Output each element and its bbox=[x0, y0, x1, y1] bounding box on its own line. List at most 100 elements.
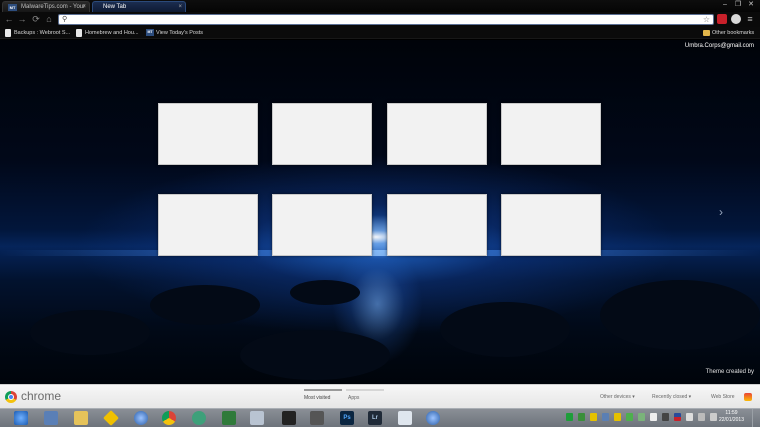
tray-app-icon[interactable] bbox=[626, 413, 633, 421]
minimize-icon[interactable]: – bbox=[720, 1, 730, 10]
recently-closed-menu[interactable]: Recently closed ▾ bbox=[652, 394, 691, 400]
other-bookmarks[interactable]: Other bookmarks bbox=[703, 27, 754, 39]
account-email[interactable]: Umbra.Corps@gmail.com bbox=[685, 43, 754, 49]
lightroom-icon[interactable]: Lr bbox=[368, 411, 382, 425]
page-switcher-inactive[interactable] bbox=[346, 389, 384, 391]
show-desktop-button[interactable] bbox=[752, 409, 760, 427]
most-visited-tile[interactable] bbox=[387, 194, 487, 256]
doc-icon bbox=[5, 29, 11, 37]
rock-shape bbox=[240, 330, 390, 380]
rock-shape bbox=[290, 280, 360, 305]
chrome-wordmark: chrome bbox=[21, 389, 62, 403]
tray-app-icon[interactable] bbox=[602, 413, 609, 421]
taskbar-app-icon[interactable] bbox=[250, 411, 264, 425]
other-bookmarks-label: Other bookmarks bbox=[712, 30, 755, 36]
globe-icon[interactable] bbox=[134, 411, 148, 425]
omnibox-input[interactable] bbox=[73, 15, 693, 24]
volume-icon[interactable] bbox=[710, 413, 717, 421]
close-tab-icon[interactable]: × bbox=[82, 2, 86, 12]
tab-title: MalwareTips.com - Your bbox=[21, 4, 86, 10]
bookmarks-bar: Backups : Webroot S... Homebrew and Hou.… bbox=[0, 27, 760, 39]
tray-app-icon[interactable] bbox=[686, 413, 693, 421]
theme-credit[interactable]: Theme created by bbox=[706, 369, 754, 375]
desktop-screen: MT MalwareTips.com - Your × New Tab × – … bbox=[0, 0, 760, 427]
document-icon[interactable] bbox=[398, 411, 412, 425]
tray-app-icon[interactable] bbox=[566, 413, 573, 421]
windows-taskbar: Ps Lr 11:59 22/01/2013 bbox=[0, 408, 760, 427]
back-arrow-icon[interactable]: ← bbox=[3, 13, 15, 26]
close-window-icon[interactable]: ✕ bbox=[746, 1, 756, 10]
camera-icon[interactable] bbox=[282, 411, 296, 425]
bookmark-label: Backups : Webroot S... bbox=[14, 30, 71, 36]
search-icon: ⚲ bbox=[62, 16, 68, 23]
bookmark-item[interactable]: MT View Today's Posts bbox=[146, 27, 204, 39]
folder-icon bbox=[703, 30, 710, 36]
bookmark-star-icon[interactable]: ☆ bbox=[703, 15, 710, 24]
new-tab-page: Umbra.Corps@gmail.com › Theme created by bbox=[0, 40, 760, 384]
tray-app-icon[interactable] bbox=[638, 413, 645, 421]
doc-icon bbox=[76, 29, 82, 37]
most-visited-tile[interactable] bbox=[501, 194, 601, 256]
rock-shape bbox=[150, 285, 260, 325]
web-store-link[interactable]: Web Store bbox=[711, 394, 735, 400]
taskbar-app-icon[interactable] bbox=[192, 411, 206, 425]
network-icon[interactable] bbox=[698, 413, 705, 421]
next-page-chevron-icon[interactable]: › bbox=[719, 205, 723, 219]
tray-app-icon[interactable] bbox=[614, 413, 621, 421]
start-orb-icon[interactable] bbox=[14, 411, 28, 425]
tab-malwaretips[interactable]: MT MalwareTips.com - Your × bbox=[2, 1, 90, 12]
norton-icon[interactable] bbox=[103, 410, 119, 426]
malwaretips-favicon-icon: MT bbox=[8, 4, 17, 11]
chrome-icon[interactable] bbox=[162, 411, 176, 425]
tray-app-icon[interactable] bbox=[578, 413, 585, 421]
language-flag-icon[interactable] bbox=[674, 413, 681, 421]
most-visited-tile[interactable] bbox=[272, 103, 372, 165]
browser-toolbar: ← → ⟳ ⌂ ⚲ ☆ ≡ bbox=[0, 12, 760, 27]
address-bar[interactable]: ⚲ ☆ bbox=[58, 14, 714, 25]
monitor-icon[interactable] bbox=[222, 411, 236, 425]
ntp-footer: chrome Most visited Apps Other devices ▾… bbox=[0, 384, 760, 408]
clock-date: 22/01/2013 bbox=[718, 417, 744, 423]
most-visited-tile[interactable] bbox=[272, 194, 372, 256]
bookmark-label: View Today's Posts bbox=[156, 30, 204, 36]
close-tab-icon[interactable]: × bbox=[178, 2, 182, 12]
reload-icon[interactable]: ⟳ bbox=[30, 13, 42, 26]
extension-gray-icon[interactable] bbox=[731, 14, 741, 24]
home-icon[interactable]: ⌂ bbox=[43, 13, 55, 26]
mt-icon: MT bbox=[146, 29, 154, 36]
tab-title: New Tab bbox=[103, 4, 127, 10]
taskbar-app-icon[interactable] bbox=[44, 411, 58, 425]
folder-icon[interactable] bbox=[74, 411, 88, 425]
rock-shape bbox=[600, 280, 760, 350]
tray-app-icon[interactable] bbox=[662, 413, 669, 421]
page-switcher-active[interactable] bbox=[304, 389, 342, 391]
tab-new-tab[interactable]: New Tab × bbox=[92, 1, 186, 12]
bookmark-item[interactable]: Homebrew and Hou... bbox=[76, 27, 139, 39]
most-visited-tile[interactable] bbox=[158, 194, 258, 256]
photoshop-icon[interactable]: Ps bbox=[340, 411, 354, 425]
most-visited-tile[interactable] bbox=[387, 103, 487, 165]
other-devices-menu[interactable]: Other devices ▾ bbox=[600, 394, 635, 400]
taskbar-app-icon[interactable] bbox=[310, 411, 324, 425]
window-controls: – ❐ ✕ bbox=[720, 1, 756, 10]
bookmark-label: Homebrew and Hou... bbox=[85, 30, 139, 36]
extension-red-icon[interactable] bbox=[717, 14, 727, 24]
web-store-icon[interactable] bbox=[744, 393, 752, 401]
clock-time: 11:59 bbox=[725, 410, 738, 416]
tray-app-icon[interactable] bbox=[590, 413, 597, 421]
bookmark-item[interactable]: Backups : Webroot S... bbox=[5, 27, 70, 39]
tab-most-visited[interactable]: Most visited bbox=[304, 395, 330, 401]
forward-arrow-icon[interactable]: → bbox=[16, 13, 28, 26]
taskbar-clock[interactable]: 11:59 22/01/2013 bbox=[719, 410, 744, 424]
tab-strip: MT MalwareTips.com - Your × New Tab × – … bbox=[0, 0, 760, 12]
most-visited-tile[interactable] bbox=[158, 103, 258, 165]
rock-shape bbox=[440, 302, 570, 357]
most-visited-tile[interactable] bbox=[501, 103, 601, 165]
tab-apps[interactable]: Apps bbox=[348, 395, 359, 401]
wrench-menu-icon[interactable]: ≡ bbox=[744, 13, 756, 26]
globe-icon[interactable] bbox=[426, 411, 440, 425]
chrome-logo-icon bbox=[5, 391, 17, 403]
tray-app-icon[interactable] bbox=[650, 413, 657, 421]
rock-shape bbox=[30, 310, 150, 355]
restore-icon[interactable]: ❐ bbox=[733, 1, 743, 10]
